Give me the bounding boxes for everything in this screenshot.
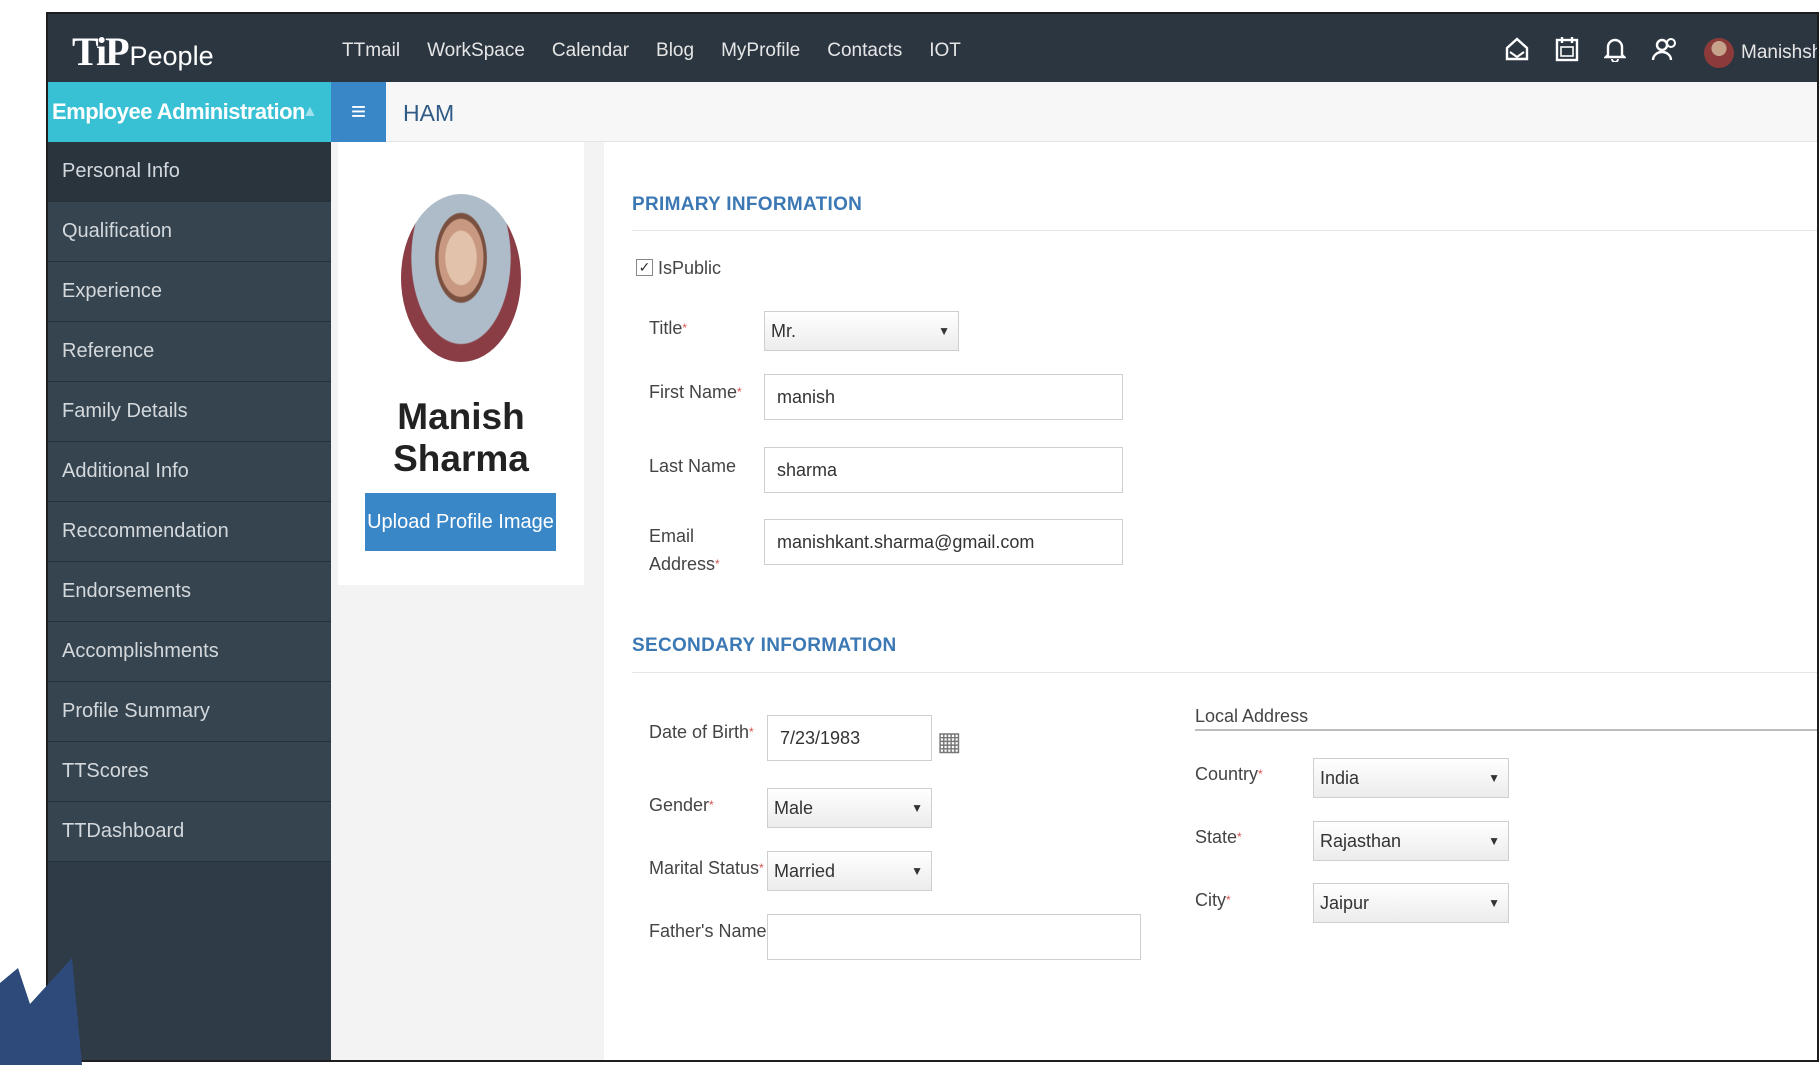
state-select[interactable]: Rajasthan ▼ xyxy=(1313,821,1509,861)
secondary-info-title: SECONDARY INFORMATION xyxy=(632,635,897,656)
calendar-icon[interactable]: ▦ xyxy=(937,726,962,757)
email-label: Email Address* xyxy=(649,526,720,574)
nav-myprofile[interactable]: MyProfile xyxy=(721,40,800,62)
nav-workspace[interactable]: WorkSpace xyxy=(427,40,525,62)
last-name-input[interactable]: sharma xyxy=(764,447,1123,493)
dropdown-arrow-icon: ▼ xyxy=(938,324,950,338)
calendar-icon[interactable] xyxy=(1555,36,1579,69)
home-icon[interactable] xyxy=(1504,36,1530,69)
nav-iot[interactable]: IOT xyxy=(929,40,961,62)
users-icon[interactable] xyxy=(1651,36,1679,69)
fathers-name-label: Father's Name* xyxy=(649,921,771,941)
dob-label: Date of Birth* xyxy=(649,722,754,742)
sidebar-item-reference[interactable]: Reference xyxy=(48,322,331,382)
module-title: HAM xyxy=(403,100,455,126)
upload-profile-image-button[interactable]: Upload Profile Image xyxy=(365,493,556,551)
nav-blog[interactable]: Blog xyxy=(656,40,694,62)
nav-ttmail[interactable]: TTmail xyxy=(342,40,400,62)
primary-info-title: PRIMARY INFORMATION xyxy=(632,194,863,215)
app-logo[interactable]: TiPPeople xyxy=(72,28,214,75)
dropdown-arrow-icon: ▼ xyxy=(1488,771,1500,785)
top-nav: TTmail WorkSpace Calendar Blog MyProfile… xyxy=(342,40,988,62)
divider xyxy=(632,230,1817,231)
sidebar-item-ttscores[interactable]: TTScores xyxy=(48,742,331,802)
state-label: State* xyxy=(1195,827,1242,847)
marital-status-label: Marital Status* xyxy=(649,858,764,878)
gender-label: Gender* xyxy=(649,795,714,815)
sidebar-item-endorsements[interactable]: Endorsements xyxy=(48,562,331,622)
first-name-input[interactable]: manish xyxy=(764,374,1123,420)
first-name-label: First Name* xyxy=(649,382,742,402)
sidebar-item-experience[interactable]: Experience xyxy=(48,262,331,322)
profile-photo xyxy=(401,194,521,362)
country-label: Country* xyxy=(1195,764,1263,784)
title-label: Title* xyxy=(649,318,688,338)
form-panel: PRIMARY INFORMATION ✓ IsPublic Title* Mr… xyxy=(604,142,1817,1060)
sidebar-item-reccommendation[interactable]: Reccommendation xyxy=(48,502,331,562)
ispublic-checkbox[interactable]: ✓ xyxy=(636,259,653,276)
profile-card: Manish Sharma Upload Profile Image xyxy=(338,142,584,585)
sidebar-item-additional-info[interactable]: Additional Info xyxy=(48,442,331,502)
arrow-decoration-icon xyxy=(0,958,82,1065)
dropdown-arrow-icon: ▼ xyxy=(1488,896,1500,910)
bell-icon[interactable] xyxy=(1603,36,1627,69)
country-select[interactable]: India ▼ xyxy=(1313,758,1509,798)
dropdown-arrow-icon: ▼ xyxy=(911,801,923,815)
ispublic-label: IsPublic xyxy=(658,258,722,278)
last-name-label: Last Name xyxy=(649,456,737,476)
local-address-title: Local Address xyxy=(1195,706,1309,726)
sidebar-item-personal-info[interactable]: Personal Info xyxy=(48,142,331,202)
sidebar-title: Employee Administration xyxy=(52,99,305,124)
dropdown-arrow-icon: ▼ xyxy=(911,864,923,878)
menu-icon[interactable]: ≡ xyxy=(331,82,386,142)
arrow-shape xyxy=(0,958,82,1065)
top-icons: Manishsharma xyxy=(1504,36,1817,69)
sidebar-item-accomplishments[interactable]: Accomplishments xyxy=(48,622,331,682)
content-header: ≡ HAM xyxy=(331,82,1817,142)
sidebar-item-family-details[interactable]: Family Details xyxy=(48,382,331,442)
sidebar: Employee Administration ▲ Personal Info … xyxy=(48,82,331,1060)
top-bar: TiPPeople TTmail WorkSpace Calendar Blog… xyxy=(48,14,1817,82)
city-select[interactable]: Jaipur ▼ xyxy=(1313,883,1509,923)
chevron-up-icon[interactable]: ▲ xyxy=(302,82,318,142)
app-window: TiPPeople TTmail WorkSpace Calendar Blog… xyxy=(46,12,1819,1062)
dob-input[interactable]: 7/23/1983 xyxy=(767,715,932,761)
user-name[interactable]: Manishsharma xyxy=(1741,42,1817,64)
logo-sub: People xyxy=(129,41,214,71)
city-label: City* xyxy=(1195,890,1231,910)
sidebar-item-profile-summary[interactable]: Profile Summary xyxy=(48,682,331,742)
divider xyxy=(632,672,1817,673)
marital-status-select[interactable]: Married ▼ xyxy=(767,851,932,891)
sidebar-item-qualification[interactable]: Qualification xyxy=(48,202,331,262)
fathers-name-input[interactable] xyxy=(767,914,1141,960)
avatar[interactable] xyxy=(1704,37,1734,68)
title-select[interactable]: Mr. ▼ xyxy=(764,311,959,351)
nav-contacts[interactable]: Contacts xyxy=(827,40,902,62)
dropdown-arrow-icon: ▼ xyxy=(1488,834,1500,848)
gender-select[interactable]: Male ▼ xyxy=(767,788,932,828)
nav-calendar[interactable]: Calendar xyxy=(552,40,629,62)
divider xyxy=(1195,729,1817,731)
sidebar-header[interactable]: Employee Administration ▲ xyxy=(48,82,331,142)
logo-main: TiP xyxy=(72,29,129,74)
sidebar-item-ttdashboard[interactable]: TTDashboard xyxy=(48,802,331,862)
profile-name: Manish Sharma xyxy=(393,396,529,479)
email-input[interactable]: manishkant.sharma@gmail.com xyxy=(764,519,1123,565)
